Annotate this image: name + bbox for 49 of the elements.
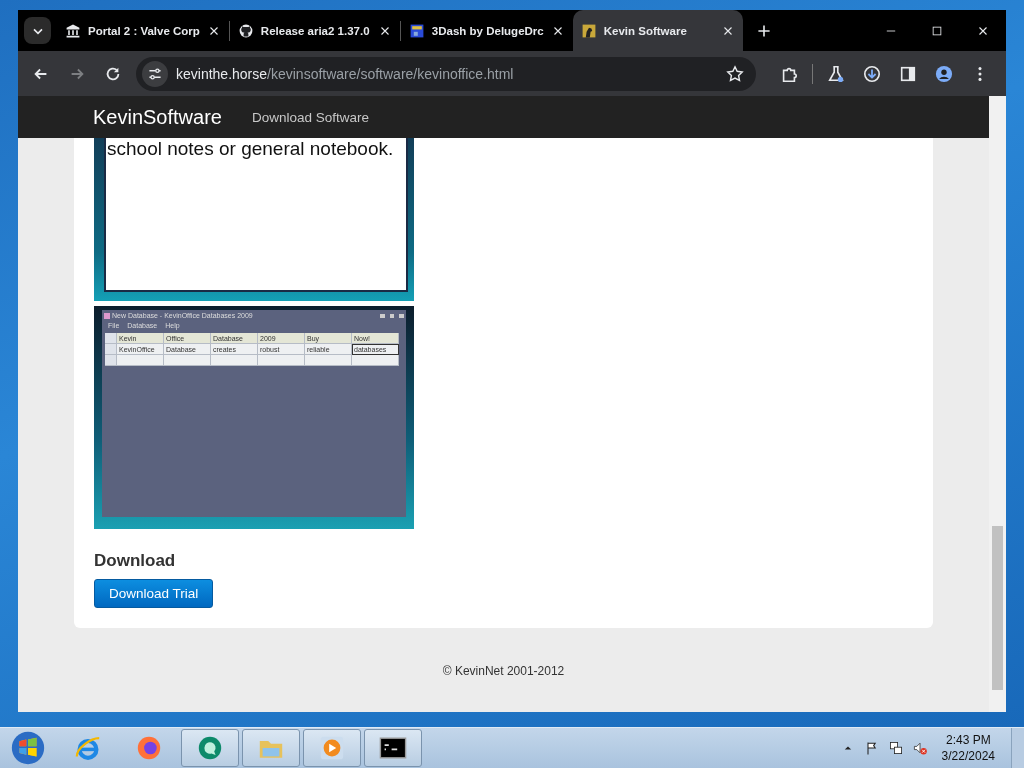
clock-time[interactable]: 2:43 PM (945, 732, 991, 748)
tab-search-button[interactable] (24, 17, 51, 44)
tab-title: Kevin Software (603, 24, 688, 37)
window-controls-icon (380, 313, 404, 318)
tab-title: Portal 2 : Valve Corp (88, 24, 200, 37)
tab-title: 3Dash by DelugeDrc (431, 24, 544, 37)
browser-tab[interactable]: Release aria2 1.37.0 (229, 10, 400, 51)
app-icon (104, 312, 110, 319)
grid-cell (211, 355, 258, 367)
chat-icon (196, 734, 224, 762)
download-button[interactable]: Download Trial (94, 579, 214, 608)
grid-cell (164, 355, 211, 367)
nav-link[interactable]: Download Software (251, 109, 370, 125)
scrollbar-thumb[interactable] (992, 526, 1003, 690)
clock-date[interactable]: 3/22/2024 (941, 748, 995, 764)
section-heading: Download (94, 551, 176, 571)
grid-cell (117, 355, 164, 367)
address-bar[interactable]: kevinthe.horse/kevinsoftware/software/kevinoffice.html (136, 56, 756, 91)
row-header (105, 333, 117, 345)
browser-tab[interactable]: Kevin Software (572, 10, 743, 51)
grid-cell (305, 355, 352, 367)
network-icon[interactable] (887, 740, 904, 756)
start-button[interactable] (11, 731, 45, 765)
play-icon (318, 734, 346, 762)
tab-title: Release aria2 1.37.0 (260, 24, 371, 37)
row-header (105, 344, 117, 356)
browser-tab[interactable]: 3Dash by DelugeDrc (400, 10, 573, 51)
fox-browser-icon (135, 734, 163, 762)
scrollbar[interactable] (989, 96, 1006, 712)
profile-icon[interactable] (935, 64, 953, 83)
taskbar-button[interactable] (364, 729, 422, 767)
new-tab-icon[interactable] (755, 22, 772, 39)
browser-tab[interactable]: Portal 2 : Valve Corp (57, 10, 229, 51)
url-text: kevinthe.horse/kevinsoftware/software/kevinoffice.html (176, 65, 515, 82)
browser-icon (74, 734, 102, 762)
muted-speaker-icon[interactable] (911, 740, 928, 756)
grid-cell (258, 355, 305, 367)
side-panel-icon[interactable] (899, 64, 917, 83)
row-header (105, 355, 117, 367)
game-icon (408, 22, 425, 39)
site-brand[interactable]: KevinSoftware (93, 105, 222, 129)
grid-cell (352, 355, 399, 367)
horse-icon (580, 22, 597, 39)
building-icon (65, 22, 81, 39)
footer-text: © KevinNet 2001-2012 (441, 664, 566, 678)
flask-icon[interactable] (827, 64, 845, 83)
star-icon[interactable] (726, 64, 744, 83)
document-text: school notes or general notebook. (107, 138, 395, 160)
download-icon[interactable] (863, 64, 881, 83)
